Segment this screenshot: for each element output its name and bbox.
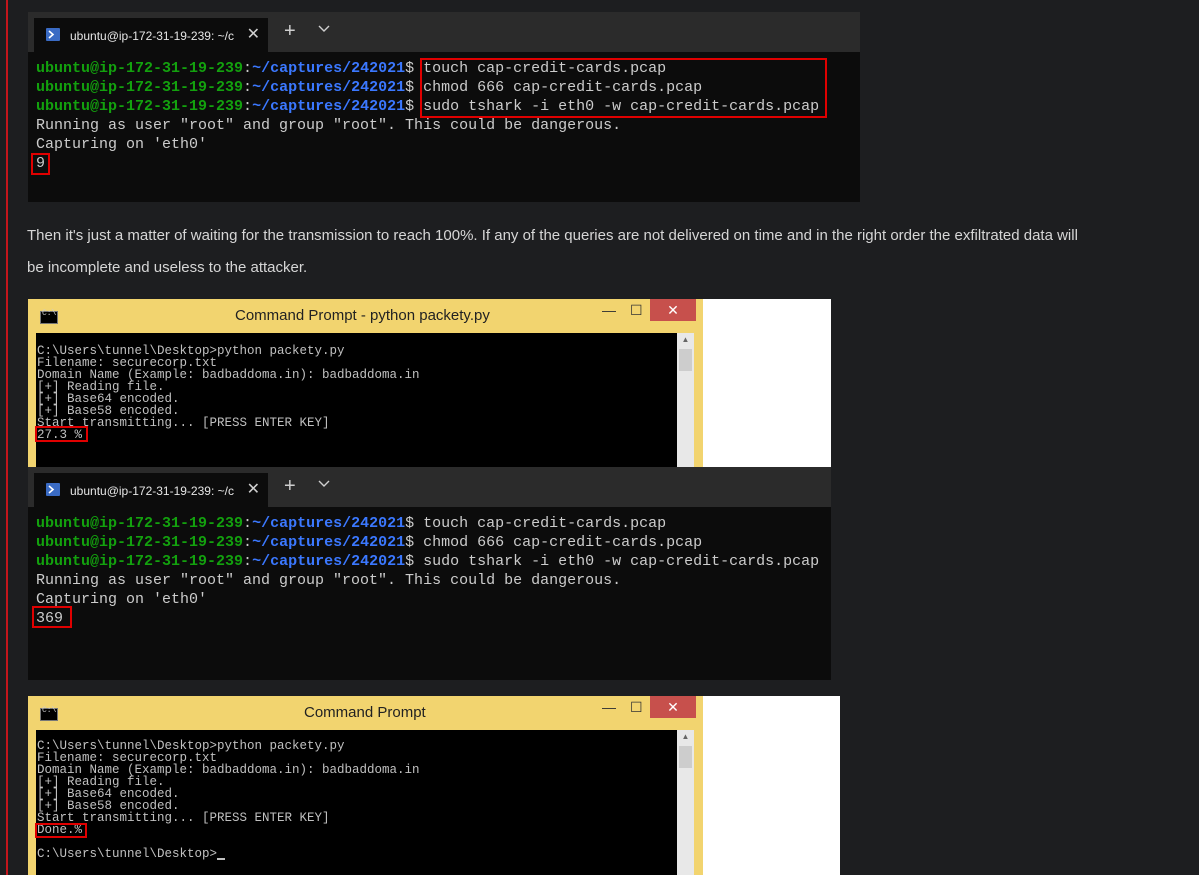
powershell-icon	[46, 28, 60, 41]
terminal-tab-bar: ubuntu@ip-172-31-19-239: ~/c ✕ +	[28, 12, 860, 52]
terminal-output[interactable]: ubuntu@ip-172-31-19-239:~/captures/24202…	[36, 514, 831, 680]
terminal-line: Capturing on 'eth0'	[36, 136, 208, 153]
console-output[interactable]: C:\Users\tunnel\Desktop>python packety.p…	[36, 730, 677, 875]
terminal-tab[interactable]: ubuntu@ip-172-31-19-239: ~/c ✕	[34, 18, 268, 52]
terminal-window-2: ubuntu@ip-172-31-19-239: ~/c ✕ + ubuntu@…	[28, 467, 831, 680]
scroll-thumb[interactable]	[679, 349, 692, 371]
terminal-tab[interactable]: ubuntu@ip-172-31-19-239: ~/c ✕	[34, 473, 268, 507]
window-title: Command Prompt - python packety.py	[235, 307, 490, 324]
command-prompt-window-1: C:\ Command Prompt - python packety.py —…	[28, 299, 703, 467]
terminal-line: ubuntu@ip-172-31-19-239:~/captures/24202…	[36, 534, 703, 551]
command-prompt-window-2: C:\ Command Prompt — ☐ ✕ C:\Users\tunnel…	[28, 696, 703, 875]
console-output[interactable]: C:\Users\tunnel\Desktop>python packety.p…	[36, 333, 677, 467]
text-cursor	[217, 858, 226, 860]
maximize-button[interactable]: ☐	[630, 699, 643, 716]
count-highlight-box	[31, 153, 50, 175]
progress-highlight-box	[35, 426, 88, 442]
terminal-tab-bar: ubuntu@ip-172-31-19-239: ~/c ✕ +	[28, 467, 831, 507]
close-tab-icon[interactable]: ✕	[247, 479, 260, 499]
cmd-icon: C:\	[40, 309, 58, 324]
close-button[interactable]: ✕	[650, 299, 696, 321]
window-title: Command Prompt	[304, 704, 426, 721]
progress-highlight-box	[35, 823, 87, 838]
chevron-down-icon[interactable]	[318, 25, 330, 33]
packet-count: 9	[36, 155, 46, 172]
vertical-scrollbar[interactable]: ▲	[677, 730, 694, 875]
new-tab-button[interactable]: +	[284, 475, 296, 498]
vertical-scrollbar[interactable]: ▲	[677, 333, 694, 467]
body-text-line-2: be incomplete and useless to the attacke…	[27, 259, 308, 276]
scroll-thumb[interactable]	[679, 746, 692, 768]
scroll-up-icon[interactable]: ▲	[677, 333, 694, 347]
minimize-button[interactable]: —	[602, 699, 616, 715]
background-window-strip	[703, 696, 840, 875]
new-tab-button[interactable]: +	[284, 20, 296, 43]
terminal-line: Capturing on 'eth0'	[36, 591, 208, 608]
count-highlight-box	[32, 606, 72, 628]
background-window-strip	[702, 299, 831, 467]
terminal-window-1: ubuntu@ip-172-31-19-239: ~/c ✕ + ubuntu@…	[28, 12, 860, 202]
scroll-up-icon[interactable]: ▲	[677, 730, 694, 744]
terminal-line: ubuntu@ip-172-31-19-239:~/captures/24202…	[36, 515, 667, 532]
window-title-bar: C:\ Command Prompt - python packety.py —…	[28, 299, 703, 333]
body-text-line-1: Then it's just a matter of waiting for t…	[27, 227, 1078, 244]
powershell-icon	[46, 483, 60, 496]
progress-readout: 27.3 %	[37, 428, 83, 442]
window-title-bar: C:\ Command Prompt — ☐ ✕	[28, 696, 703, 730]
terminal-line: ubuntu@ip-172-31-19-239:~/captures/24202…	[36, 553, 820, 570]
command-highlight-box	[420, 58, 827, 118]
minimize-button[interactable]: —	[602, 302, 616, 318]
chevron-down-icon[interactable]	[318, 480, 330, 488]
terminal-line: Running as user "root" and group "root".…	[36, 572, 622, 589]
terminal-line: Running as user "root" and group "root".…	[36, 117, 622, 134]
cmd-icon: C:\	[40, 706, 58, 721]
console-line: Start transmitting... [PRESS ENTER KEY]	[37, 811, 330, 825]
terminal-tab-title: ubuntu@ip-172-31-19-239: ~/c	[70, 484, 234, 498]
packet-count: 369	[36, 610, 64, 627]
maximize-button[interactable]: ☐	[630, 302, 643, 319]
close-tab-icon[interactable]: ✕	[247, 24, 260, 44]
close-button[interactable]: ✕	[650, 696, 696, 718]
console-line: Start transmitting... [PRESS ENTER KEY]	[37, 416, 330, 430]
progress-readout: Done.%	[37, 823, 83, 837]
left-accent-rail	[6, 0, 8, 875]
terminal-tab-title: ubuntu@ip-172-31-19-239: ~/c	[70, 29, 234, 43]
console-prompt-line: C:\Users\tunnel\Desktop>	[36, 848, 677, 860]
